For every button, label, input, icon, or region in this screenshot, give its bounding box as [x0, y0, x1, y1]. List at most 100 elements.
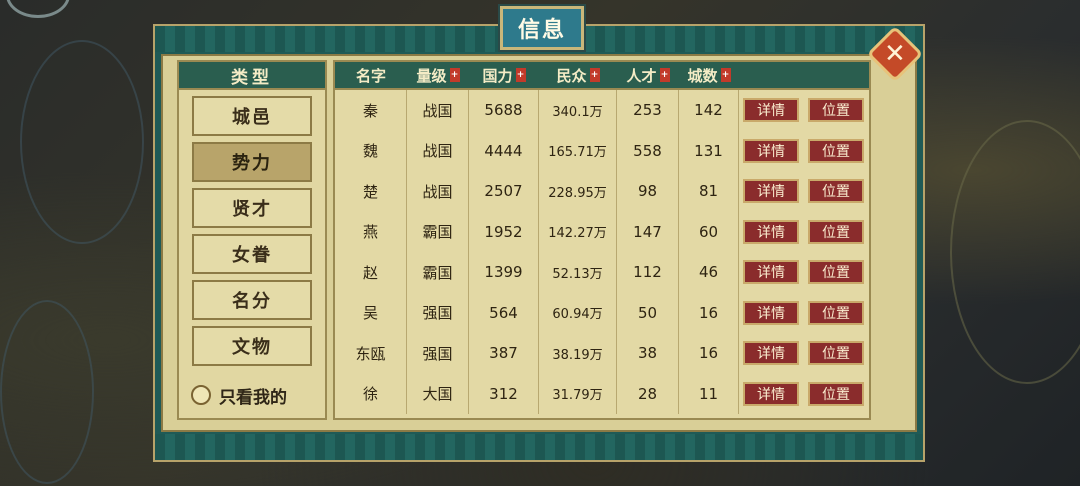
sidebar-item[interactable]: 势力 [192, 142, 312, 182]
locate-button[interactable]: 位置 [808, 341, 864, 366]
cell-talent: 112 [617, 252, 679, 293]
cell-population: 52.13万 [539, 252, 617, 293]
panel-title: 信息 [500, 6, 584, 50]
cell-name: 秦 [335, 90, 407, 131]
faction-table: 名字 量级 + 国力 + 民众 + 人才 + 城数 + 秦战国 5688 340.1万 253 142 详情位… [333, 60, 871, 420]
sidebar-item[interactable]: 文物 [192, 326, 312, 366]
cell-rank: 战国 [407, 90, 469, 131]
map-coastline [950, 120, 1080, 384]
cell-locate: 位置 [803, 131, 869, 172]
detail-button[interactable]: 详情 [743, 138, 799, 163]
table-row: 吴强国 564 60.94万 50 16 详情 位置 [335, 292, 869, 334]
column-header-label: 城数 [687, 66, 718, 85]
locate-button[interactable]: 位置 [808, 260, 864, 285]
detail-button[interactable]: 详情 [743, 381, 799, 406]
cell-population: 31.79万 [539, 373, 617, 414]
sort-icon[interactable]: + [720, 68, 731, 82]
cell-cities: 142 [679, 90, 739, 131]
locate-button[interactable]: 位置 [808, 219, 864, 244]
close-icon: ✕ [884, 38, 906, 69]
cell-power: 1952 [469, 211, 539, 252]
cell-rank: 强国 [407, 333, 469, 374]
map-river [0, 300, 94, 484]
column-header[interactable]: 民众 + [539, 65, 617, 86]
column-header[interactable]: 城数 + [679, 65, 739, 86]
cell-population: 340.1万 [539, 90, 617, 131]
cell-detail: 详情 [739, 131, 803, 172]
cell-cities: 46 [679, 252, 739, 293]
sort-icon[interactable]: + [659, 68, 670, 82]
cell-rank: 战国 [407, 130, 469, 171]
detail-button[interactable]: 详情 [743, 300, 799, 325]
cell-locate: 位置 [803, 293, 869, 334]
cell-locate: 位置 [803, 374, 869, 415]
table-row: 燕霸国 1952 142.27万 147 60 详情 位置 [335, 211, 869, 253]
table-header: 名字 量级 + 国力 + 民众 + 人才 + 城数 + [335, 62, 869, 90]
locate-button[interactable]: 位置 [808, 98, 864, 123]
panel-bottom-band [155, 434, 923, 460]
cell-cities: 60 [679, 211, 739, 252]
cell-talent: 558 [617, 130, 679, 171]
table-body: 秦战国 5688 340.1万 253 142 详情 位置魏战国 4444 165.71万 558… [335, 90, 869, 414]
table-row: 徐大国 312 31.79万 28 11 详情 位置 [335, 373, 869, 415]
detail-button[interactable]: 详情 [743, 179, 799, 204]
cell-detail: 详情 [739, 252, 803, 293]
cell-detail: 详情 [739, 333, 803, 374]
sort-icon[interactable]: + [589, 68, 600, 82]
column-header: 名字 [335, 65, 407, 86]
cell-name: 燕 [335, 211, 407, 252]
column-header[interactable]: 人才 + [617, 65, 679, 86]
locate-button[interactable]: 位置 [808, 138, 864, 163]
cell-cities: 81 [679, 171, 739, 212]
cell-population: 142.27万 [539, 211, 617, 252]
locate-button[interactable]: 位置 [808, 179, 864, 204]
cell-power: 387 [469, 333, 539, 374]
cell-locate: 位置 [803, 212, 869, 253]
table-row: 秦战国 5688 340.1万 253 142 详情 位置 [335, 90, 869, 131]
sidebar-item[interactable]: 女眷 [192, 234, 312, 274]
cell-cities: 16 [679, 292, 739, 333]
radio-icon[interactable] [191, 385, 211, 405]
column-header-label: 人才 [626, 66, 657, 85]
cell-name: 楚 [335, 171, 407, 212]
cell-power: 5688 [469, 90, 539, 131]
cell-power: 564 [469, 292, 539, 333]
cell-detail: 详情 [739, 374, 803, 415]
cell-rank: 战国 [407, 171, 469, 212]
table-row: 赵霸国 1399 52.13万 112 46 详情 位置 [335, 252, 869, 293]
cell-population: 60.94万 [539, 292, 617, 333]
sort-icon[interactable]: + [515, 68, 526, 82]
sidebar-item[interactable]: 贤才 [192, 188, 312, 228]
only-mine-label: 只看我的 [219, 387, 287, 408]
locate-button[interactable]: 位置 [808, 300, 864, 325]
cell-population: 38.19万 [539, 333, 617, 374]
cell-name: 东瓯 [335, 333, 407, 374]
column-header[interactable]: 国力 + [469, 65, 539, 86]
cell-talent: 98 [617, 171, 679, 212]
column-header[interactable]: 量级 + [407, 65, 469, 86]
cell-talent: 38 [617, 333, 679, 374]
sort-icon[interactable]: + [449, 68, 460, 82]
cell-name: 徐 [335, 373, 407, 414]
sidebar-header: 类型 [179, 62, 325, 90]
sidebar-item[interactable]: 名分 [192, 280, 312, 320]
only-mine-toggle[interactable]: 只看我的 [191, 380, 287, 410]
locate-button[interactable]: 位置 [808, 381, 864, 406]
detail-button[interactable]: 详情 [743, 98, 799, 123]
detail-button[interactable]: 详情 [743, 341, 799, 366]
cell-talent: 147 [617, 211, 679, 252]
sidebar-item[interactable]: 城邑 [192, 96, 312, 136]
category-sidebar: 类型 城邑势力贤才女眷名分文物 只看我的 [177, 60, 327, 420]
cell-locate: 位置 [803, 90, 869, 131]
column-header-label: 量级 [416, 66, 447, 85]
detail-button[interactable]: 详情 [743, 219, 799, 244]
cell-locate: 位置 [803, 333, 869, 374]
cell-locate: 位置 [803, 171, 869, 212]
column-header-label: 名字 [355, 66, 386, 85]
table-row: 魏战国 4444 165.71万 558 131 详情 位置 [335, 130, 869, 172]
cell-rank: 霸国 [407, 211, 469, 252]
detail-button[interactable]: 详情 [743, 260, 799, 285]
cell-population: 228.95万 [539, 171, 617, 212]
cell-detail: 详情 [739, 171, 803, 212]
cell-name: 吴 [335, 292, 407, 333]
